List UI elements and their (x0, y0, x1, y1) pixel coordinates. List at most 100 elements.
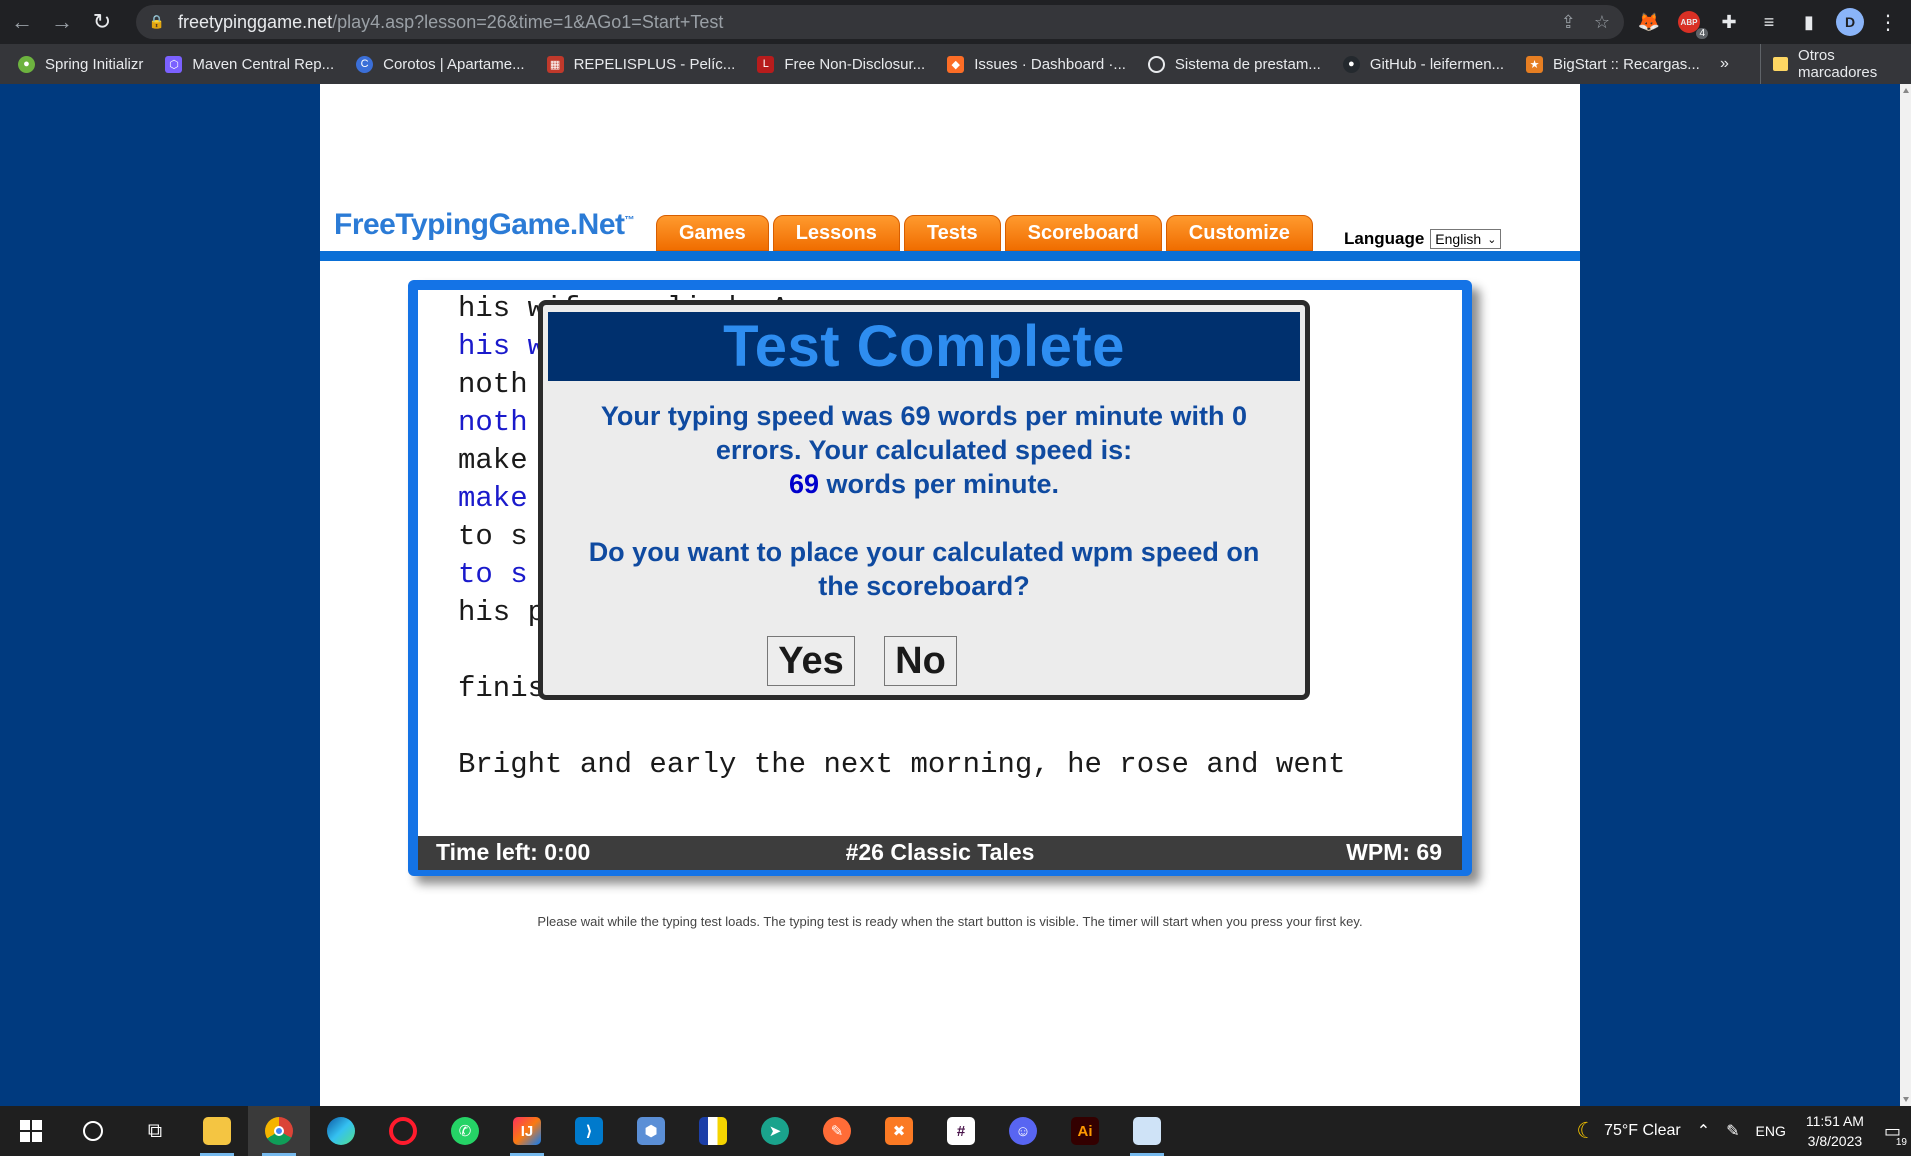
bookmark-star-icon[interactable]: ☆ (1594, 12, 1610, 33)
discord-icon: ☺ (1009, 1117, 1037, 1145)
bookmark-item[interactable]: ▦ REPELISPLUS - Pelíc... (546, 55, 735, 73)
bookmark-item[interactable]: C Corotos | Apartame... (356, 55, 525, 73)
site-logo[interactable]: FreeTypingGame.Net™ (334, 208, 635, 242)
extensions-puzzle-icon[interactable]: ✚ (1716, 9, 1742, 35)
reference-line: finis (458, 672, 546, 705)
wpm-readout: WPM: 69 (1346, 839, 1442, 865)
url-text[interactable]: freetypinggame.net/play4.asp?lesson=26&t… (178, 12, 723, 33)
illustrator-taskbar[interactable]: Ai (1054, 1106, 1116, 1156)
bookmark-item[interactable]: ★ BigStart :: Recargas... (1526, 55, 1700, 73)
vscode-icon: ⟩ (575, 1117, 603, 1145)
globe-icon (1147, 55, 1165, 73)
edge-icon (327, 1117, 355, 1145)
back-icon[interactable]: ← (4, 4, 40, 40)
test-complete-dialog: Test Complete Your typing speed was 69 w… (538, 300, 1310, 700)
app-taskbar[interactable] (682, 1106, 744, 1156)
metamask-extension-icon[interactable]: 🦊 (1636, 9, 1662, 35)
windows-icon (20, 1120, 42, 1142)
profile-avatar[interactable]: D (1836, 8, 1864, 36)
reload-icon[interactable]: ↻ (84, 4, 120, 40)
scrollbar[interactable] (1900, 84, 1911, 1106)
result-line-2: errors. Your calculated speed is: (715, 435, 1133, 465)
no-button[interactable]: No (884, 636, 957, 686)
adblock-extension-icon[interactable]: ABP 4 (1676, 9, 1708, 39)
yes-button[interactable]: Yes (767, 636, 855, 686)
task-view-icon: ⧉ (147, 1119, 163, 1142)
question-line-1: Do you want to place your calculated wpm… (588, 537, 1260, 567)
pen-icon[interactable]: ✎ (1726, 1121, 1739, 1141)
folder-icon (203, 1117, 231, 1145)
bookmark-item[interactable]: Sistema de prestam... (1147, 55, 1321, 73)
scroll-up-icon[interactable] (1903, 88, 1909, 93)
address-bar[interactable]: 🔒 freetypinggame.net/play4.asp?lesson=26… (136, 5, 1624, 39)
reading-list-icon[interactable]: ≡ (1756, 9, 1782, 35)
reference-line: Bright and early the next morning, he ro… (458, 748, 1346, 781)
folder-icon (1773, 57, 1789, 71)
xampp-taskbar[interactable]: ✖ (868, 1106, 930, 1156)
chrome-taskbar[interactable] (248, 1106, 310, 1156)
other-bookmarks-folder[interactable]: Otros marcadores (1760, 44, 1911, 84)
chrome-icon (265, 1117, 293, 1145)
menu-kebab-icon[interactable]: ⋮ (1878, 10, 1898, 35)
result-line-1: Your typing speed was 69 words per minut… (600, 401, 1248, 431)
bigstart-icon: ★ (1526, 55, 1544, 73)
discord-taskbar[interactable]: ☺ (992, 1106, 1054, 1156)
slack-icon: # (947, 1117, 975, 1145)
telegram-taskbar[interactable]: ➤ (744, 1106, 806, 1156)
menu-tab-tests[interactable]: Tests (903, 215, 1001, 251)
main-menu: Games Lessons Tests Scoreboard Customize (656, 215, 1313, 251)
menu-tab-scoreboard[interactable]: Scoreboard (1004, 215, 1162, 251)
slack-taskbar[interactable]: # (930, 1106, 992, 1156)
side-panel-icon[interactable]: ▮ (1796, 9, 1822, 35)
menu-tab-customize[interactable]: Customize (1165, 215, 1313, 251)
postman-taskbar[interactable]: ✎ (806, 1106, 868, 1156)
bookmarks-overflow-button[interactable]: » (1720, 44, 1729, 84)
notifications-icon[interactable]: ▭ 19 (1884, 1121, 1907, 1148)
bookmark-item[interactable]: ● Spring Initializr (18, 55, 143, 73)
scroll-down-icon[interactable] (1903, 1097, 1909, 1102)
paper-plane-icon: ➤ (761, 1117, 789, 1145)
weather-widget[interactable]: ☾ 75°F Clear (1576, 1118, 1680, 1144)
test-status-bar: Time left: 0:00 #26 Classic Tales WPM: 6… (418, 836, 1462, 870)
bookmark-item[interactable]: L Free Non-Disclosur... (757, 55, 925, 73)
virtualbox-taskbar[interactable]: ⬢ (620, 1106, 682, 1156)
search-button[interactable] (62, 1106, 124, 1156)
menu-tab-games[interactable]: Games (656, 215, 769, 251)
xampp-icon: ✖ (885, 1117, 913, 1145)
edge-taskbar[interactable] (310, 1106, 372, 1156)
intellij-taskbar[interactable]: IJ (496, 1106, 558, 1156)
opera-icon (389, 1117, 417, 1145)
file-explorer-taskbar[interactable] (186, 1106, 248, 1156)
corotos-icon: C (356, 55, 374, 73)
repelisplus-icon: ▦ (546, 55, 564, 73)
bookmark-item[interactable]: ◆ Issues · Dashboard ·... (947, 55, 1126, 73)
share-icon[interactable]: ⇪ (1561, 12, 1576, 33)
forward-icon[interactable]: → (44, 4, 80, 40)
browser-toolbar: ← → ↻ 🔒 freetypinggame.net/play4.asp?les… (0, 0, 1911, 44)
language-selector: Language English ⌄ (1344, 229, 1502, 249)
dialog-title: Test Complete (548, 312, 1300, 381)
clock[interactable]: 11:51 AM 3/8/2023 (1806, 1111, 1864, 1151)
input-language[interactable]: ENG (1756, 1123, 1786, 1139)
whatsapp-taskbar[interactable]: ✆ (434, 1106, 496, 1156)
github-icon: ● (1342, 55, 1360, 73)
start-button[interactable] (0, 1106, 62, 1156)
opera-taskbar[interactable] (372, 1106, 434, 1156)
postman-icon: ✎ (823, 1117, 851, 1145)
vscode-taskbar[interactable]: ⟩ (558, 1106, 620, 1156)
chevron-up-icon[interactable]: ⌃ (1697, 1121, 1710, 1141)
typed-line: to s (458, 558, 528, 591)
system-tray: ☾ 75°F Clear ⌃ ✎ ENG 11:51 AM 3/8/2023 ▭ 19 (1568, 1106, 1911, 1156)
whatsapp-icon: ✆ (451, 1117, 479, 1145)
menu-tab-lessons[interactable]: Lessons (772, 215, 900, 251)
image-viewer-taskbar[interactable] (1116, 1106, 1178, 1156)
intellij-icon: IJ (513, 1117, 541, 1145)
bookmark-item[interactable]: ● GitHub - leifermen... (1342, 55, 1504, 73)
loading-note: Please wait while the typing test loads.… (537, 914, 1363, 929)
typed-line: his w (458, 330, 546, 363)
language-dropdown[interactable]: English ⌄ (1430, 229, 1502, 249)
task-view-button[interactable]: ⧉ (124, 1106, 186, 1156)
bookmarks-bar: ● Spring Initializr ⬡ Maven Central Rep...… (0, 44, 1911, 84)
bookmark-item[interactable]: ⬡ Maven Central Rep... (165, 55, 334, 73)
lock-icon[interactable]: 🔒 (149, 14, 165, 29)
